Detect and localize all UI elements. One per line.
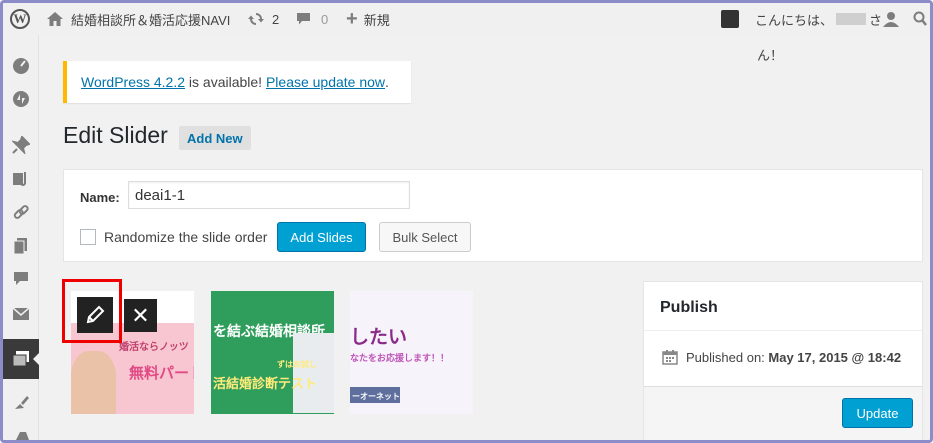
dashboard-icon[interactable] xyxy=(9,53,33,77)
add-slides-button[interactable]: Add Slides xyxy=(277,222,366,252)
slider-settings-box: Name: Randomize the slide order Add Slid… xyxy=(63,169,923,262)
media-icon[interactable] xyxy=(9,167,33,191)
slide-thumbnail-3[interactable]: したい なたをお応援します！！ ーオーネット xyxy=(350,291,473,414)
site-name-link[interactable]: 結婚相談所＆婚活応援NAVI xyxy=(47,3,230,35)
published-on-text: Published on: May 17, 2015 @ 18:42 xyxy=(686,350,902,365)
comments-link[interactable]: 0 xyxy=(296,3,328,35)
delete-slide-button[interactable]: ✕ xyxy=(124,299,157,332)
please-update-link[interactable]: Please update now xyxy=(266,74,385,90)
updates-count: 2 xyxy=(272,11,280,27)
randomize-checkbox[interactable] xyxy=(80,229,96,245)
published-date: May 17, 2015 @ 18:42 xyxy=(768,350,902,365)
pages-icon[interactable] xyxy=(9,234,33,258)
publish-box: Publish Published on: May 17, 2015 @ 18:… xyxy=(643,281,923,440)
wordpress-version-link[interactable]: WordPress 4.2.2 xyxy=(81,74,185,90)
home-icon xyxy=(47,12,63,26)
highlight-box xyxy=(62,279,122,343)
greeting-wrap-text: ん！ xyxy=(757,48,784,63)
comments-count: 0 xyxy=(321,11,329,27)
close-icon: ✕ xyxy=(131,302,150,328)
slider-menu-icon[interactable] xyxy=(3,339,40,379)
admin-bar: W 結婚相談所＆婚活応援NAVI 2 0 + 新規 こんにちは、さ xyxy=(3,3,930,35)
appearance-icon[interactable] xyxy=(9,391,33,415)
new-label: 新規 xyxy=(363,12,390,28)
add-new-button[interactable]: Add New xyxy=(179,126,251,150)
update-button[interactable]: Update xyxy=(842,398,913,428)
plus-icon: + xyxy=(346,7,358,30)
slide-image-figure xyxy=(71,351,116,414)
bulk-select-button[interactable]: Bulk Select xyxy=(379,222,471,252)
plugins-icon[interactable] xyxy=(9,423,33,440)
jetpack-icon[interactable] xyxy=(9,87,33,111)
admin-side-menu xyxy=(3,35,40,440)
updates-link[interactable]: 2 xyxy=(247,3,279,35)
wordpress-logo-icon[interactable]: W xyxy=(7,3,33,35)
mail-icon[interactable] xyxy=(9,302,33,326)
posts-pin-icon[interactable] xyxy=(9,133,33,157)
updates-icon xyxy=(248,13,264,25)
new-content-link[interactable]: + 新規 xyxy=(346,3,390,35)
links-icon[interactable] xyxy=(9,201,33,225)
slider-name-input[interactable] xyxy=(128,181,410,209)
user-greeting[interactable]: こんにちは、さ xyxy=(755,3,882,35)
randomize-label[interactable]: Randomize the slide order xyxy=(104,229,267,245)
avatar[interactable] xyxy=(721,3,741,35)
browser-frame: W 結婚相談所＆婚活応援NAVI 2 0 + 新規 こんにちは、さ ん！ Wor… xyxy=(0,0,933,443)
calendar-icon xyxy=(662,350,678,365)
page-title: Edit Slider xyxy=(63,122,168,148)
user-icon[interactable] xyxy=(883,3,899,35)
comments-menu-icon[interactable] xyxy=(9,267,33,291)
update-notice: WordPress 4.2.2 is available! Please upd… xyxy=(63,61,411,103)
redacted-username xyxy=(836,13,867,25)
slide-thumbnail-2[interactable]: を結ぶ結婚相談所 ずはお試し 活結婚診断テスト xyxy=(211,291,334,414)
publish-title: Publish xyxy=(660,299,718,316)
site-name: 結婚相談所＆婚活応援NAVI xyxy=(71,12,231,28)
search-icon[interactable] xyxy=(913,3,927,35)
name-label: Name: xyxy=(80,190,120,205)
comment-icon xyxy=(297,13,310,25)
